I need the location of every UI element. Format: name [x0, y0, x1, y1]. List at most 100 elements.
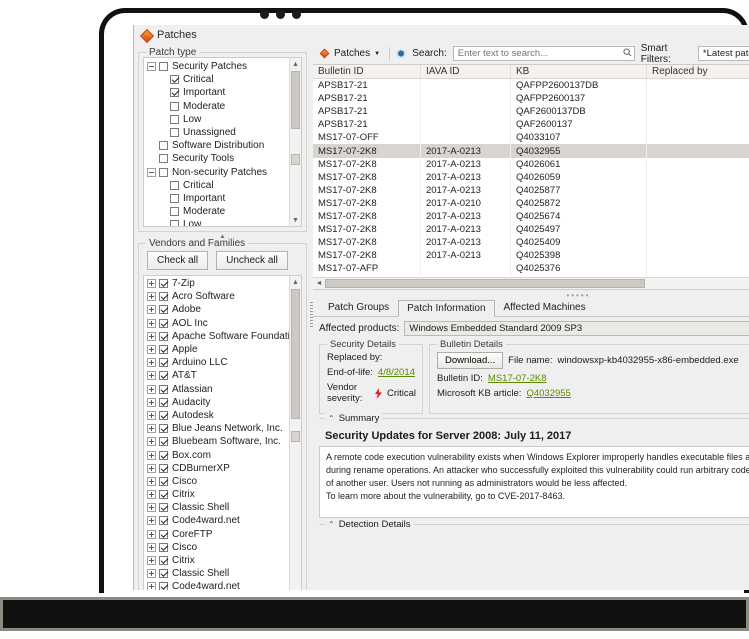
checkbox[interactable]: [170, 128, 179, 138]
expander-plus-icon[interactable]: [147, 516, 156, 526]
expander-plus-icon[interactable]: [147, 542, 156, 552]
patch-type-node[interactable]: Moderate: [144, 100, 301, 113]
vendor-item[interactable]: Citrix: [144, 554, 301, 567]
vendor-item[interactable]: Atlassian: [144, 383, 301, 396]
expander-plus-icon[interactable]: [147, 424, 156, 434]
vendors-scroll-thumb[interactable]: [290, 289, 300, 419]
scroll-down-icon[interactable]: ▼: [290, 214, 301, 226]
vendors-tree[interactable]: 7-Zip Acro Software Adobe AOL Inc Apache Sof…: [143, 275, 302, 590]
checkbox[interactable]: [159, 62, 168, 72]
tab-patch-groups[interactable]: Patch Groups: [319, 299, 398, 316]
vendor-item[interactable]: Autodesk: [144, 409, 301, 422]
table-row[interactable]: MS17-07-2K82017-A-0213Q4026059Important: [313, 170, 749, 184]
checkbox[interactable]: [170, 88, 179, 98]
tab-affected-machines[interactable]: Affected Machines: [495, 299, 595, 316]
checkbox[interactable]: [159, 141, 168, 151]
vendor-item[interactable]: CoreFTP: [144, 528, 301, 541]
checkbox[interactable]: [159, 279, 168, 289]
patch-type-node[interactable]: Security Patches: [144, 60, 301, 73]
vendor-item[interactable]: Code4ward.net: [144, 580, 301, 590]
checkbox[interactable]: [159, 450, 168, 460]
table-row[interactable]: MS17-07-2K82017-A-0210Q4025872Important: [313, 196, 749, 210]
checkbox[interactable]: [159, 331, 168, 341]
table-row[interactable]: MS17-07-AFPQ4025376Critical: [313, 262, 749, 276]
kb-article-link[interactable]: Q4032955: [526, 388, 570, 399]
checkbox[interactable]: [159, 529, 168, 539]
patch-type-node[interactable]: Critical: [144, 73, 301, 86]
vendor-item[interactable]: Code4ward.net: [144, 514, 301, 527]
affected-products-dropdown[interactable]: Windows Embedded Standard 2009 SP3 ▼: [404, 321, 749, 337]
checkbox[interactable]: [159, 503, 168, 513]
vendor-item[interactable]: CDBurnerXP: [144, 462, 301, 475]
patch-type-scrollbar[interactable]: ▲ ▼: [288, 58, 301, 226]
checkbox[interactable]: [159, 542, 168, 552]
vendor-item[interactable]: Apache Software Foundation: [144, 330, 301, 343]
checkbox[interactable]: [170, 193, 179, 203]
end-of-life-link[interactable]: 4/8/2014: [378, 367, 415, 378]
vendor-item[interactable]: Arduino LLC: [144, 356, 301, 369]
patch-type-node[interactable]: Important: [144, 86, 301, 99]
hscroll-left-icon[interactable]: ◄: [313, 280, 325, 287]
checkbox[interactable]: [159, 490, 168, 500]
search-input[interactable]: [452, 46, 635, 61]
checkbox[interactable]: [159, 318, 168, 328]
search-icon[interactable]: [623, 48, 632, 57]
checkbox[interactable]: [159, 305, 168, 315]
vendor-item[interactable]: Adobe: [144, 303, 301, 316]
vendor-item[interactable]: Classic Shell: [144, 501, 301, 514]
checkbox[interactable]: [159, 582, 168, 590]
checkbox[interactable]: [159, 556, 168, 566]
download-button[interactable]: Download...: [436, 352, 504, 370]
table-row[interactable]: MS17-07-2K82017-A-0213Q4025877Important: [313, 183, 749, 197]
vendor-item[interactable]: Classic Shell: [144, 567, 301, 580]
expander-plus-icon[interactable]: [147, 529, 156, 539]
expander-plus-icon[interactable]: [147, 371, 156, 381]
table-row[interactable]: MS17-07-2K82017-A-0213Q4032955Critical: [312, 144, 749, 158]
patch-type-node[interactable]: Unassigned: [144, 126, 301, 139]
chevron-up-icon[interactable]: ⌃: [328, 414, 335, 423]
checkbox[interactable]: [159, 463, 168, 473]
column-header[interactable]: IAVA ID: [421, 65, 511, 78]
checkbox[interactable]: [159, 167, 168, 177]
expander-plus-icon[interactable]: [147, 292, 156, 302]
table-row[interactable]: MS17-07-OFFQ4033107Important: [313, 131, 749, 145]
hscroll-thumb[interactable]: [324, 279, 645, 289]
checkbox[interactable]: [159, 292, 168, 302]
vendors-scroll-up-icon[interactable]: ▲: [290, 276, 301, 288]
expander-plus-icon[interactable]: [147, 437, 156, 447]
expander-plus-icon[interactable]: [147, 490, 156, 500]
expander-plus-icon[interactable]: [147, 450, 156, 460]
patch-type-node[interactable]: Moderate: [144, 205, 301, 218]
column-header[interactable]: Replaced by: [647, 65, 749, 78]
vendor-item[interactable]: Cisco: [144, 541, 301, 554]
tab-patch-information[interactable]: Patch Information: [398, 300, 495, 318]
checkbox[interactable]: [159, 516, 168, 526]
summary-header[interactable]: ⌃ Summary: [324, 413, 383, 425]
checkbox[interactable]: [170, 180, 179, 190]
patches-table[interactable]: Bulletin IDIAVA IDKBReplaced byVendor se…: [312, 64, 749, 291]
expander-plus-icon[interactable]: [147, 384, 156, 394]
expander-plus-icon[interactable]: [147, 318, 156, 328]
expander-plus-icon[interactable]: [147, 410, 156, 420]
expander-plus-icon[interactable]: [147, 569, 156, 579]
patch-type-node[interactable]: Important: [144, 192, 301, 205]
checkbox[interactable]: [159, 424, 168, 434]
checkbox[interactable]: [159, 371, 168, 381]
checkbox[interactable]: [159, 437, 168, 447]
table-row[interactable]: MS17-07-2K82017-A-0213Q4025674Important: [313, 209, 749, 224]
bulletin-id-link[interactable]: MS17-07-2K8: [488, 373, 547, 384]
expander-plus-icon[interactable]: [147, 279, 156, 289]
expander-minus-icon[interactable]: [147, 62, 156, 72]
patch-type-node[interactable]: Software Distribution: [144, 139, 301, 152]
scroll-up-icon[interactable]: ▲: [290, 58, 301, 70]
table-row[interactable]: MS17-07-2K82017-A-0213Q4025497Critical: [313, 223, 749, 237]
table-row[interactable]: MS17-07-2K82017-A-0213Q4026061Important: [313, 157, 749, 171]
checkbox[interactable]: [159, 397, 168, 407]
vendor-item[interactable]: Citrix: [144, 488, 301, 501]
detection-chevron-up-icon[interactable]: ⌃: [328, 520, 335, 529]
checkbox[interactable]: [159, 154, 168, 164]
expander-plus-icon[interactable]: [147, 358, 156, 368]
checkbox[interactable]: [159, 384, 168, 394]
vendor-item[interactable]: Box.com: [144, 448, 301, 461]
vendor-item[interactable]: 7-Zip: [144, 277, 301, 290]
